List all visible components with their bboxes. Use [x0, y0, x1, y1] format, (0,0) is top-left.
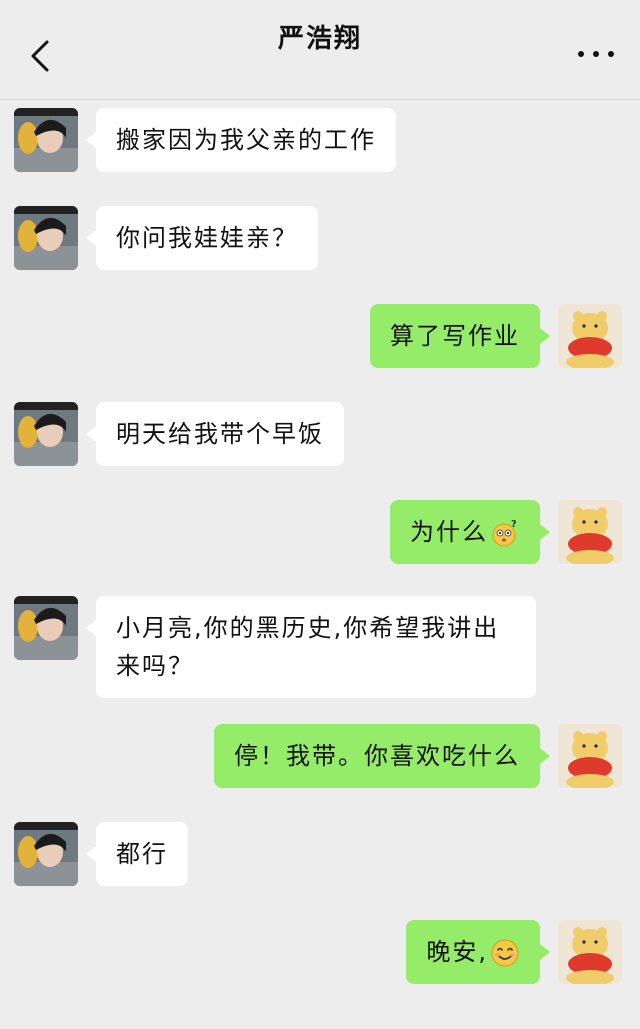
message-bubble[interactable]: 为什么 ?: [390, 500, 550, 564]
user-avatar[interactable]: [558, 724, 622, 788]
contact-avatar[interactable]: [14, 108, 78, 172]
message-bubble[interactable]: 晚安,: [406, 920, 550, 984]
message-text: 晚安,: [426, 938, 488, 966]
message-bubble[interactable]: 你问我娃娃亲？: [86, 206, 318, 270]
message-bubble[interactable]: 明天给我带个早饭: [86, 402, 344, 466]
contact-avatar[interactable]: [14, 596, 78, 660]
more-dot: [608, 51, 614, 57]
contact-avatar[interactable]: [14, 822, 78, 886]
svg-text:?: ?: [511, 519, 519, 530]
chat-header: 严浩翔: [0, 0, 640, 100]
message-bubble[interactable]: 停！我带。你喜欢吃什么: [214, 724, 550, 788]
message-bubble[interactable]: 算了写作业: [370, 304, 550, 368]
contact-avatar[interactable]: [14, 402, 78, 466]
confused-face-emoji: ?: [492, 519, 519, 547]
message-bubble[interactable]: 小月亮,你的黑历史,你希望我讲出来吗？: [86, 596, 536, 698]
user-avatar[interactable]: [558, 500, 622, 564]
message-list[interactable]: 搬家因为我父亲的工作 你问我娃娃亲？ 算了写作业 明天给我带个早饭 为什么 ? …: [0, 100, 640, 1029]
contact-avatar[interactable]: [14, 206, 78, 270]
user-avatar[interactable]: [558, 920, 622, 984]
more-options-button[interactable]: [578, 40, 614, 68]
message-bubble[interactable]: 搬家因为我父亲的工作: [86, 108, 396, 172]
smile-emoji: [491, 939, 519, 967]
message-text: 为什么: [410, 518, 488, 546]
user-avatar[interactable]: [558, 304, 622, 368]
more-options-icon: [578, 51, 584, 57]
more-dot: [593, 51, 599, 57]
message-bubble[interactable]: 都行: [86, 822, 188, 886]
chat-title: 严浩翔: [277, 24, 362, 54]
